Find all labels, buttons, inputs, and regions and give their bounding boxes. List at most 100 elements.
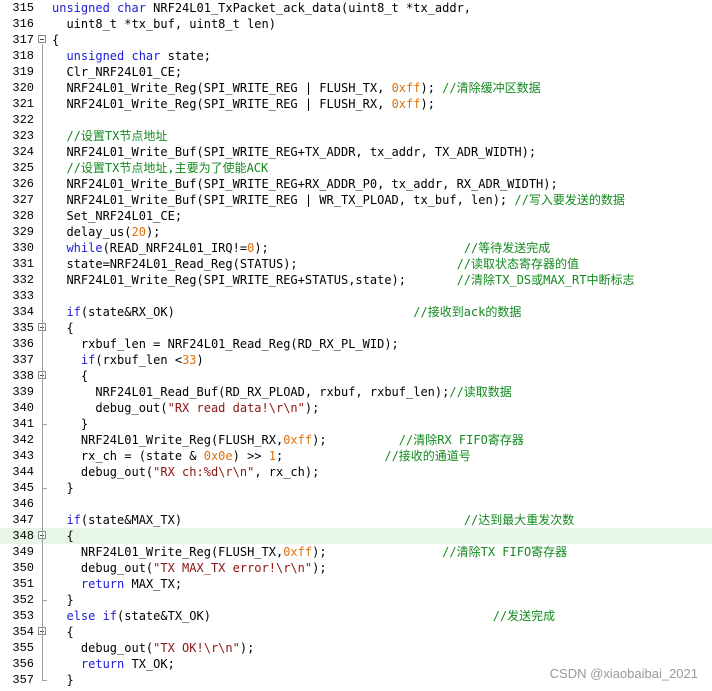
code-number: 20 <box>131 225 146 239</box>
line-number: 345 <box>12 481 34 495</box>
code-text: { <box>52 32 59 48</box>
code-line[interactable]: 339 NRF24L01_Read_Buf(RD_RX_PLOAD, rxbuf… <box>0 384 712 400</box>
code-text: uint8_t *tx_buf, uint8_t len) <box>52 16 276 32</box>
code-line[interactable]: 344 debug_out("RX ch:%d\r\n", rx_ch); <box>0 464 712 480</box>
code-comment: //发送完成 <box>492 609 556 623</box>
code-text: } <box>52 592 73 608</box>
code-token: debug_out( <box>52 561 154 575</box>
line-number: 342 <box>12 433 34 447</box>
code-line[interactable]: 355 debug_out("TX OK!\r\n"); <box>0 640 712 656</box>
fold-minus-icon[interactable] <box>38 35 46 43</box>
code-line[interactable]: 343 rx_ch = (state & 0x0e) >> 1; //接收的通道… <box>0 448 712 464</box>
line-number: 350 <box>12 561 34 575</box>
code-line[interactable]: 341 } <box>0 416 712 432</box>
code-line[interactable]: 330 while(READ_NRF24L01_IRQ!=0); //等待发送完… <box>0 240 712 256</box>
line-number: 341 <box>12 417 34 431</box>
code-keyword: while <box>66 241 103 255</box>
code-line[interactable]: 333 <box>0 288 712 304</box>
code-line[interactable]: 352 } <box>0 592 712 608</box>
code-comment: //清除RX FIFO寄存器 <box>398 433 524 447</box>
fold-guide-line <box>42 636 43 680</box>
line-number: 346 <box>12 497 34 511</box>
line-number: 322 <box>12 113 34 127</box>
code-line[interactable]: 322 <box>0 112 712 128</box>
code-line[interactable]: 318 unsigned char state; <box>0 48 712 64</box>
code-token: { <box>52 33 60 47</box>
code-token: state; <box>160 49 211 63</box>
code-line[interactable]: 342 NRF24L01_Write_Reg(FLUSH_RX,0xff); /… <box>0 432 712 448</box>
line-number: 327 <box>12 193 34 207</box>
code-comment: //清除TX_DS或MAX_RT中断标志 <box>456 273 635 287</box>
code-line[interactable]: 340 debug_out("RX read data!\r\n"); <box>0 400 712 416</box>
line-number: 329 <box>12 225 34 239</box>
code-line[interactable]: 347 if(state&MAX_TX) //达到最大重发次数 <box>0 512 712 528</box>
code-line[interactable]: 329 delay_us(20); <box>0 224 712 240</box>
code-comment: //写入要发送的数据 <box>514 193 625 207</box>
code-line[interactable]: 317 { <box>0 32 712 48</box>
code-line[interactable]: 328 Set_NRF24L01_CE; <box>0 208 712 224</box>
code-keyword: if <box>66 513 81 527</box>
code-comment: //接收到ack的数据 <box>413 305 522 319</box>
code-line[interactable]: 327 NRF24L01_Write_Buf(SPI_WRITE_REG | W… <box>0 192 712 208</box>
code-line[interactable]: 338 { <box>0 368 712 384</box>
code-editor[interactable]: 315 unsigned char NRF24L01_TxPacket_ack_d… <box>0 0 712 691</box>
code-line[interactable]: 337 if(rxbuf_len <33) <box>0 352 712 368</box>
code-line[interactable]: 351 return MAX_TX; <box>0 576 712 592</box>
code-comment: //清除TX FIFO寄存器 <box>442 545 568 559</box>
code-line[interactable]: 326 NRF24L01_Write_Buf(SPI_WRITE_REG+RX_… <box>0 176 712 192</box>
code-token: uint8_t *tx_buf, uint8_t len) <box>52 17 276 31</box>
code-string: "RX ch:%d\r\n" <box>153 465 255 479</box>
code-line[interactable]: 349 NRF24L01_Write_Reg(FLUSH_TX,0xff); /… <box>0 544 712 560</box>
code-token: NRF24L01_Write_Reg(SPI_WRITE_REG | FLUSH… <box>52 81 392 95</box>
code-comment: //清除缓冲区数据 <box>442 81 541 95</box>
fold-guide-end <box>42 600 47 601</box>
code-keyword: else if <box>66 609 118 623</box>
code-token: rxbuf_len = NRF24L01_Read_Reg(RD_RX_PL_W… <box>52 337 399 351</box>
code-token: } <box>52 417 89 431</box>
code-line[interactable]: 316 uint8_t *tx_buf, uint8_t len) <box>0 16 712 32</box>
code-comment: //达到最大重发次数 <box>463 513 575 527</box>
code-line[interactable]: 353 else if(state&TX_OK) //发送完成 <box>0 608 712 624</box>
code-line[interactable]: 320 NRF24L01_Write_Reg(SPI_WRITE_REG | F… <box>0 80 712 96</box>
line-number: 323 <box>12 129 34 143</box>
code-line[interactable]: 321 NRF24L01_Write_Reg(SPI_WRITE_REG | F… <box>0 96 712 112</box>
code-line[interactable]: 335 { <box>0 320 712 336</box>
line-number: 315 <box>12 1 34 15</box>
code-line[interactable]: 323 //设置TX节点地址 <box>0 128 712 144</box>
code-line[interactable]: 332 NRF24L01_Write_Reg(SPI_WRITE_REG+STA… <box>0 272 712 288</box>
code-line[interactable]: 350 debug_out("TX MAX_TX error!\r\n"); <box>0 560 712 576</box>
code-token: { <box>52 625 74 639</box>
code-text: rxbuf_len = NRF24L01_Read_Reg(RD_RX_PL_W… <box>52 336 399 352</box>
code-token: , rx_ch); <box>254 465 320 479</box>
code-line[interactable]: 319 Clr_NRF24L01_CE; <box>0 64 712 80</box>
code-line[interactable]: 354 { <box>0 624 712 640</box>
code-text: NRF24L01_Write_Reg(SPI_WRITE_REG | FLUSH… <box>52 80 541 96</box>
code-token: TX_OK; <box>124 657 175 671</box>
code-line[interactable]: 348 { <box>0 528 712 544</box>
code-line[interactable]: 324 NRF24L01_Write_Buf(SPI_WRITE_REG+TX_… <box>0 144 712 160</box>
code-line[interactable]: 315 unsigned char NRF24L01_TxPacket_ack_d… <box>0 0 712 16</box>
line-number: 344 <box>12 465 34 479</box>
code-token: { <box>52 369 89 383</box>
code-text: Set_NRF24L01_CE; <box>52 208 182 224</box>
code-line[interactable]: 331 state=NRF24L01_Read_Reg(STATUS); //读… <box>0 256 712 272</box>
line-number: 352 <box>12 593 34 607</box>
code-line[interactable]: 325 //设置TX节点地址,主要为了使能ACK <box>0 160 712 176</box>
code-text: Clr_NRF24L01_CE; <box>52 64 182 80</box>
code-text: else if(state&TX_OK) //发送完成 <box>52 608 555 624</box>
code-line[interactable]: 345 } <box>0 480 712 496</box>
code-keyword: if <box>66 305 81 319</box>
code-token: (rxbuf_len < <box>95 353 183 367</box>
code-token: ); <box>312 545 443 559</box>
code-string: "RX read data!\r\n" <box>167 401 305 415</box>
code-keyword: if <box>80 353 96 367</box>
code-token: } <box>52 673 74 687</box>
code-line[interactable]: 346 <box>0 496 712 512</box>
code-line[interactable]: 334 if(state&RX_OK) //接收到ack的数据 <box>0 304 712 320</box>
code-keyword: return <box>80 657 125 671</box>
code-line[interactable]: 336 rxbuf_len = NRF24L01_Read_Reg(RD_RX_… <box>0 336 712 352</box>
code-string: "TX OK!\r\n" <box>153 641 240 655</box>
